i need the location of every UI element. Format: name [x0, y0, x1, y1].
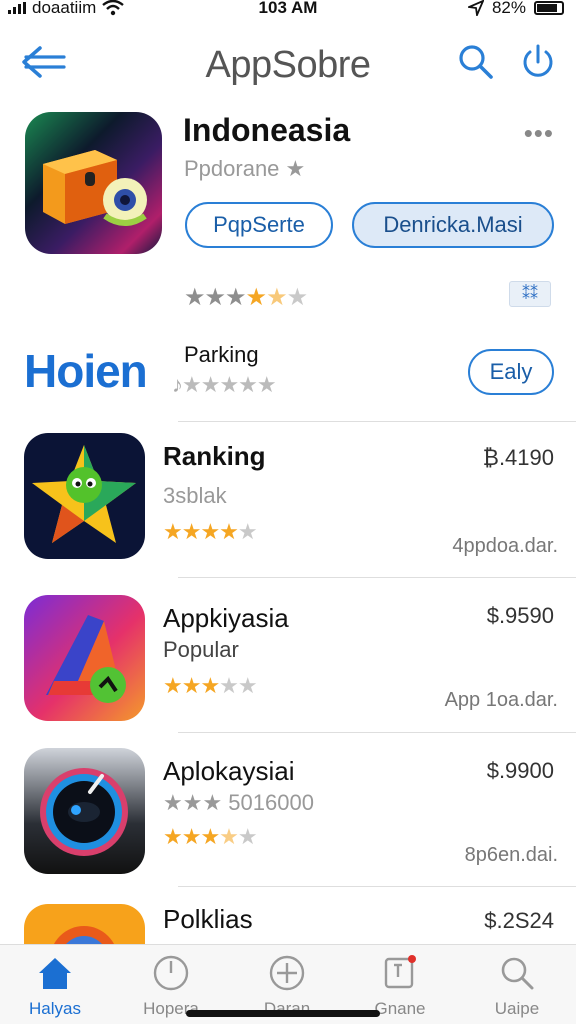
letter-app-icon-art: [46, 615, 126, 703]
list-item[interactable]: Aplokaysiai ★★★ 5016000 $.9900 ★★★★★ 8p6…: [0, 732, 576, 886]
app-icon: [24, 748, 145, 874]
divider: [178, 886, 576, 887]
app-icon: [24, 433, 145, 559]
app-icon: [24, 595, 145, 721]
app-rating-stars: ★★★★★★: [184, 284, 308, 311]
divider: [178, 421, 576, 422]
feature-rating-stars: ♪★★★★★: [172, 372, 277, 397]
clock-icon: [153, 955, 189, 991]
ring-app-icon-art: [40, 768, 128, 856]
more-options-icon[interactable]: •••: [524, 118, 554, 149]
app-subtitle: Popular: [163, 637, 239, 662]
app-icon: [24, 904, 145, 944]
app-price: $.2S24: [484, 908, 554, 933]
secondary-action-button[interactable]: Denricka.Masi: [352, 202, 554, 248]
app-title: Ranking: [163, 441, 266, 471]
app-subtitle: ★★★ 5016000: [163, 790, 314, 815]
app-icon[interactable]: [25, 112, 162, 254]
feature-get-button[interactable]: Ealy: [468, 349, 554, 395]
app-name: Indoneasia: [183, 112, 351, 148]
status-right: 82%: [467, 0, 564, 18]
tab-search[interactable]: Uaipe: [462, 953, 572, 1019]
search-icon[interactable]: [456, 42, 496, 82]
info-badge[interactable]: ⁑⁑: [509, 281, 551, 307]
battery-icon: [534, 1, 564, 15]
rating-stars: ★★★★★: [163, 519, 258, 544]
nav-header: AppSobre: [0, 36, 576, 92]
divider: [178, 577, 576, 578]
tab-home[interactable]: Halyas: [0, 953, 110, 1019]
app-title: Polklias: [163, 904, 253, 934]
feature-label: Parking: [184, 342, 259, 367]
battery-percent: 82%: [491, 0, 526, 17]
app-meta: 4ppdoa.dar.: [452, 535, 558, 557]
app-subtitle: 3sblak: [163, 483, 227, 508]
search-icon: [501, 957, 534, 990]
power-icon[interactable]: [518, 42, 558, 82]
tab-label: Uaipe: [494, 999, 540, 1018]
list-item[interactable]: Ranking 3sblak ₿.4190 ★★★★★ 4ppdoa.dar.: [0, 421, 576, 575]
app-price: ₿.4190: [482, 445, 554, 470]
divider: [178, 732, 576, 733]
list-item[interactable]: Appkiyasia Popular $.9590 ★★★★★ App 1oa.…: [0, 577, 576, 731]
app-meta: 8p6en.dai.: [464, 844, 558, 866]
primary-action-button[interactable]: PqpSerte: [185, 202, 333, 248]
rating-stars: ★★★★★: [163, 824, 258, 849]
app-title: Aplokaysiai: [163, 756, 295, 786]
rating-stars: ★★★★★: [163, 673, 258, 698]
app-icon-art: [43, 150, 147, 226]
notification-icon: [384, 955, 416, 989]
location-icon: [467, 0, 484, 16]
feature-logo: Hoien: [24, 345, 148, 397]
app-subtitle: Ppdorane ★: [184, 156, 306, 181]
tab-label: Halyas: [29, 999, 81, 1018]
app-title: Appkiyasia: [163, 603, 289, 633]
star-app-icon-art: [32, 445, 136, 543]
orange-app-icon-art: [54, 926, 114, 944]
plus-circle-icon: [269, 955, 305, 991]
home-icon: [39, 958, 71, 989]
home-indicator[interactable]: [186, 1010, 380, 1017]
app-price: $.9590: [486, 603, 554, 628]
list-item[interactable]: Polklias $.2S24: [0, 886, 576, 944]
app-price: $.9900: [486, 758, 554, 783]
status-bar: doaatiim 103 AM 82%: [0, 0, 576, 20]
app-meta: App 1oa.dar.: [444, 689, 558, 711]
